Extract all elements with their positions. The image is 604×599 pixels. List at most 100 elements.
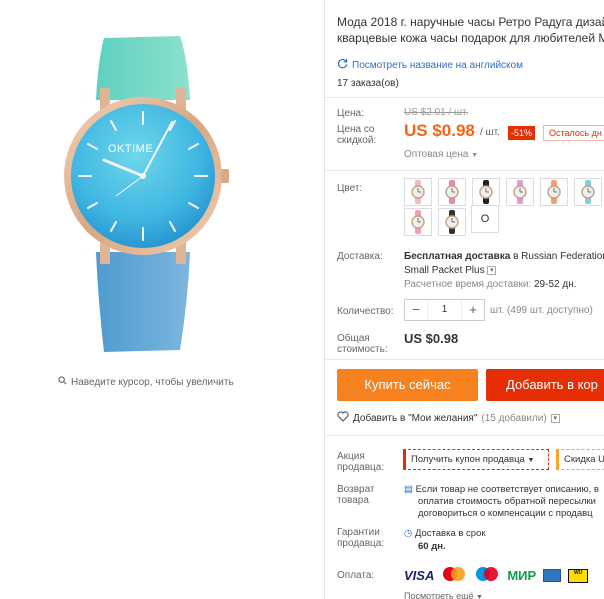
color-swatch-text[interactable]: O xyxy=(471,205,499,233)
chevron-down-icon: ▼ xyxy=(527,457,535,464)
chevron-down-icon[interactable]: ▾ xyxy=(550,413,560,423)
old-price: US $2.01 / шт. xyxy=(404,107,469,118)
delivery-time: Расчетное время доставки: 29-52 дн. xyxy=(404,279,577,290)
quantity-label: Количество: xyxy=(337,306,394,317)
shipping-method-select[interactable]: Small Packet Plus ▾ xyxy=(404,264,604,278)
color-swatch-pink-2[interactable] xyxy=(404,208,432,236)
watch-thumbnail-icon xyxy=(479,180,493,204)
shipping-destination: в Russian Federation xyxy=(510,251,604,262)
payment-label: Оплата: xyxy=(337,570,375,581)
time-remaining-badge: Осталось дн xyxy=(543,125,604,141)
watch-thumbnail-icon xyxy=(445,180,459,204)
returns-label-line-2: товара xyxy=(337,495,369,506)
free-shipping-text: Бесплатная доставка xyxy=(404,251,511,262)
color-swatch-orange[interactable] xyxy=(540,178,568,206)
zoom-hint: Наведите курсор, чтобы увеличить xyxy=(58,376,234,388)
quantity-available: шт. (499 шт. доступно) xyxy=(490,305,593,316)
payment-methods: VISA МИР WU xyxy=(404,566,589,585)
guarantee-info: ◷ Доставка в срок 60 дн. xyxy=(404,527,486,553)
watch-brand-text: OKTIME xyxy=(108,143,153,155)
returns-line-1: Если товар не соответствует описанию, в xyxy=(415,484,599,495)
wishlist-count: (15 добавили) xyxy=(481,412,547,424)
refresh-icon xyxy=(337,58,348,72)
wishlist-text: Добавить в "Мои желания" xyxy=(353,412,478,424)
orders-count: 17 заказа(ов) xyxy=(337,78,399,89)
separator xyxy=(325,359,604,360)
discount-label-line-2: скидкой: xyxy=(337,135,377,146)
quantity-stepper: − 1 + xyxy=(404,299,485,321)
returns-label-line-1: Возврат xyxy=(337,484,375,495)
return-icon: ▤ xyxy=(404,484,413,495)
visa-icon: VISA xyxy=(404,568,435,583)
shipping-info: Бесплатная доставка в Russian Federation… xyxy=(404,250,604,278)
total-label: Общая стоимость: xyxy=(337,333,388,355)
more-payment-text: Посмотреть ещё xyxy=(404,591,474,599)
color-swatch-lilac[interactable] xyxy=(506,178,534,206)
total-label-line-1: Общая xyxy=(337,333,370,344)
watch-thumbnail-icon xyxy=(581,180,595,204)
color-label: Цвет: xyxy=(337,183,363,194)
watch-thumbnail-icon xyxy=(513,180,527,204)
product-title-line-1: Мода 2018 г. наручные часы Ретро Радуга … xyxy=(337,15,604,29)
quantity-increase-button[interactable]: + xyxy=(462,300,484,320)
swatch-text-label: O xyxy=(480,213,490,225)
returns-label: Возврат товара xyxy=(337,484,375,506)
heart-icon xyxy=(337,411,349,425)
seller-discount-button[interactable]: Скидка U xyxy=(556,449,604,470)
add-to-cart-button[interactable]: Добавить в кор xyxy=(486,369,604,401)
color-swatch-black-2[interactable] xyxy=(438,208,466,236)
discount-label-line-1: Цена со xyxy=(337,124,375,135)
promo-label: Акция продавца: xyxy=(337,451,384,473)
western-union-icon: WU xyxy=(568,568,589,583)
chevron-down-icon: ▼ xyxy=(476,594,483,599)
guarantee-label-line-1: Гарантии xyxy=(337,527,380,538)
guarantee-days: 60 дн. xyxy=(418,541,446,552)
color-swatch-pink-light[interactable] xyxy=(404,178,432,206)
promo-label-line-1: Акция xyxy=(337,451,365,462)
price-label: Цена: xyxy=(337,108,364,119)
watch-thumbnail-icon xyxy=(445,210,459,234)
chevron-down-icon: ▼ xyxy=(471,152,479,159)
quantity-decrease-button[interactable]: − xyxy=(405,300,427,320)
shipping-label: Доставка: xyxy=(337,251,383,262)
delivery-time-label: Расчетное время доставки: xyxy=(404,279,532,290)
wholesale-price-dropdown[interactable]: Оптовая цена ▼ xyxy=(404,149,478,160)
product-title-line-2: кварцевые кожа часы подарок для любителе… xyxy=(337,31,604,45)
product-details: Мода 2018 г. наручные часы Ретро Радуга … xyxy=(325,0,604,599)
color-swatch-teal[interactable] xyxy=(574,178,602,206)
search-icon xyxy=(58,376,67,388)
returns-line-2: оплатив стоимость обратной пересылки xyxy=(418,496,596,507)
clock-icon: ◷ xyxy=(404,528,413,539)
more-payment-link[interactable]: Посмотреть ещё ▼ xyxy=(404,591,483,599)
translate-title-link[interactable]: Посмотреть название на английском xyxy=(337,58,523,72)
guarantee-label: Гарантии продавца: xyxy=(337,527,384,549)
color-swatch-black[interactable] xyxy=(472,178,500,206)
quantity-input[interactable]: 1 xyxy=(427,300,462,320)
shipping-method: Small Packet Plus xyxy=(404,265,485,276)
guarantee-line-1: Доставка в срок xyxy=(414,528,486,539)
product-gallery: OKTIME Наведите курсор, чтобы увеличить xyxy=(0,0,324,599)
mir-icon: МИР xyxy=(507,568,537,583)
mastercard-icon xyxy=(441,566,467,585)
watch-thumbnail-icon xyxy=(411,210,425,234)
product-image[interactable]: OKTIME xyxy=(0,0,324,370)
separator xyxy=(325,435,604,436)
chevron-down-icon: ▾ xyxy=(487,265,497,275)
watch-thumbnail-icon xyxy=(547,180,561,204)
buy-now-button[interactable]: Купить сейчас xyxy=(337,369,478,401)
guarantee-label-line-2: продавца: xyxy=(337,538,385,549)
seller-coupon-button[interactable]: Получить купон продавца ▼ xyxy=(403,449,549,470)
total-label-line-2: стоимость: xyxy=(337,344,388,355)
zoom-hint-text: Наведите курсор, чтобы увеличить xyxy=(71,376,234,388)
amex-icon xyxy=(543,569,562,582)
total-price: US $0.98 xyxy=(404,331,459,346)
discount-price-label: Цена со скидкой: xyxy=(337,124,376,146)
delivery-time-value: 29-52 дн. xyxy=(534,279,577,290)
wholesale-label: Оптовая цена xyxy=(404,149,469,160)
product-title: Мода 2018 г. наручные часы Ретро Радуга … xyxy=(337,14,604,46)
add-to-wishlist-link[interactable]: Добавить в "Мои желания" (15 добавили) ▾ xyxy=(337,411,560,425)
returns-line-3: договориться о компенсации с продавц xyxy=(418,508,593,519)
returns-info: ▤ Если товар не соответствует описанию, … xyxy=(404,484,599,520)
color-swatch-pink[interactable] xyxy=(438,178,466,206)
price-unit: / шт. xyxy=(480,127,500,138)
